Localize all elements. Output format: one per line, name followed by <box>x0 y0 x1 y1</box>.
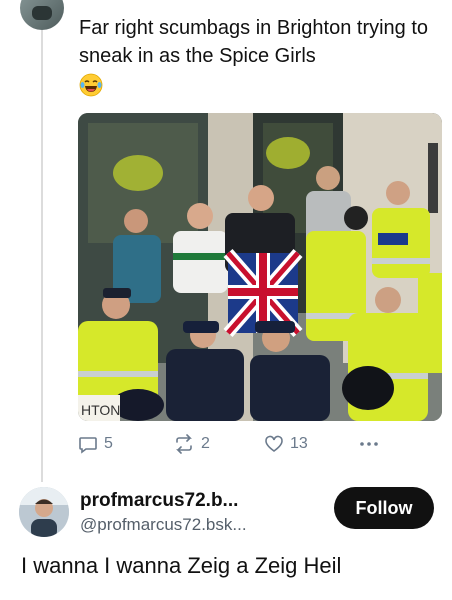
reply-author-name[interactable]: profmarcus72.b... <box>80 490 238 512</box>
repost-count: 2 <box>201 435 210 452</box>
reply-count: 5 <box>104 435 113 452</box>
laughing-with-tears-emoji <box>79 73 103 97</box>
post-actions-bar: 5 2 13 <box>78 432 442 456</box>
sign-text: HTON <box>81 402 120 418</box>
repost-action[interactable]: 2 <box>173 432 210 456</box>
post-text: Far right scumbags in Brighton trying to… <box>79 17 429 67</box>
reply-icon <box>79 437 97 454</box>
like-count: 13 <box>290 435 308 452</box>
like-action[interactable]: 13 <box>264 432 308 456</box>
follow-button[interactable]: Follow <box>334 487 434 529</box>
reply-author-avatar[interactable] <box>19 487 69 537</box>
reply-action[interactable]: 5 <box>78 432 113 456</box>
thread-view: Far right scumbags in Brighton trying to… <box>0 0 452 600</box>
post-image[interactable]: HTON <box>78 113 442 421</box>
thread-connector-line <box>41 30 43 482</box>
more-options-button[interactable] <box>358 432 380 456</box>
reply-author-handle[interactable]: @profmarcus72.bsk... <box>80 515 247 535</box>
repost-icon <box>176 434 192 454</box>
protest-photo: HTON <box>78 113 442 421</box>
avatar-image <box>19 487 69 537</box>
heart-icon <box>265 435 283 452</box>
original-poster-avatar[interactable] <box>20 0 64 30</box>
reply-text: I wanna I wanna Zeig a Zeig Heil <box>21 553 342 578</box>
more-icon <box>360 442 378 446</box>
